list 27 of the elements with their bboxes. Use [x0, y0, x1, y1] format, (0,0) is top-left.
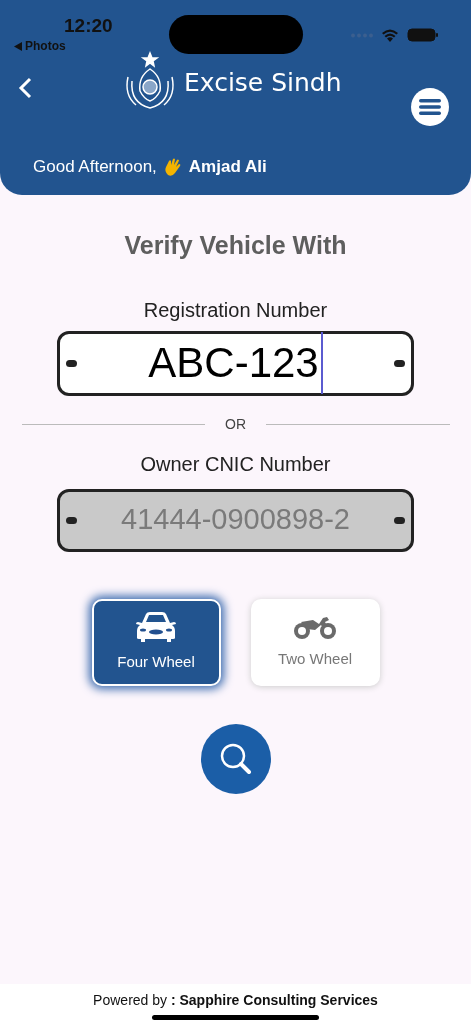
- status-time: 12:20: [64, 16, 113, 35]
- back-chevron-icon[interactable]: [18, 77, 32, 99]
- or-separator: OR: [225, 414, 246, 434]
- verify-heading: Verify Vehicle With: [124, 230, 347, 261]
- powered-by-text: Powered by : Sapphire Consulting Services: [93, 991, 378, 1010]
- cnic-plate-field[interactable]: 41444-0900898-2: [57, 488, 414, 552]
- vehicle-type-button[interactable]: Four Wheel: [91, 598, 221, 686]
- registration-label: Registration Number: [143, 297, 328, 323]
- vehicle-type-button[interactable]: Two Wheel: [250, 598, 380, 686]
- menu-button[interactable]: [411, 88, 449, 126]
- car-icon: [134, 610, 178, 643]
- battery-icon: [407, 28, 439, 42]
- signal-icon: [351, 32, 373, 38]
- plate-bolt-icon: [66, 516, 77, 524]
- plate-bolt-icon: [394, 359, 405, 367]
- back-triangle-icon: [14, 41, 22, 51]
- greeting-text: Good Afternoon,: [33, 156, 157, 178]
- registration-plate-field[interactable]: ABC-123: [57, 330, 414, 396]
- wifi-icon: [381, 28, 399, 42]
- waving-hand-icon: [162, 156, 183, 177]
- app-title: Excise Sindh: [184, 69, 342, 95]
- cnic-label: Owner CNIC Number: [140, 451, 331, 477]
- user-name: Amjad Ali: [188, 156, 267, 178]
- plate-bolt-icon: [66, 359, 77, 367]
- menu-icon: [419, 99, 441, 115]
- cnic-field[interactable]: 41444-0900898-2: [77, 498, 394, 542]
- plate-bolt-icon: [394, 516, 405, 524]
